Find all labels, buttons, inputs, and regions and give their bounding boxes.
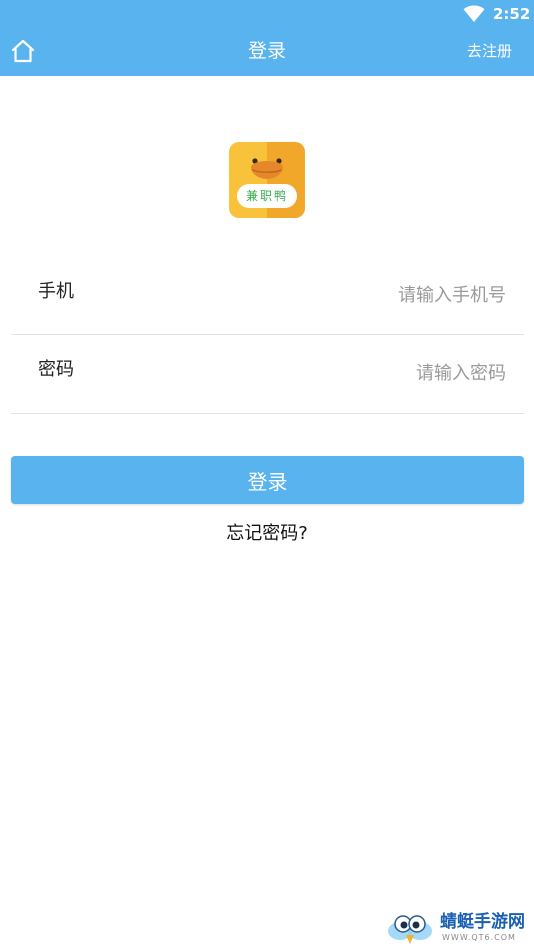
home-icon[interactable] [10,38,36,64]
wifi-icon [463,5,485,22]
watermark: 蜻蜓手游网 WWW.QT6.COM [386,909,532,947]
forgot-password-link[interactable]: 忘记密码? [0,521,534,547]
app-header: 2:52 登录 去注册 [0,0,534,76]
password-input[interactable] [206,358,506,388]
watermark-url: WWW.QT6.COM [442,933,516,942]
status-time: 2:52 [493,5,531,23]
phone-row: 手机 [11,256,524,335]
app-logo: 兼职鸭 [229,142,305,218]
duck-logo-icon [229,142,305,218]
logo-label: 兼职鸭 [245,189,288,203]
password-row: 密码 [11,335,524,414]
phone-label: 手机 [38,281,74,302]
status-bar: 2:52 [0,0,534,28]
watermark-name: 蜻蜓手游网 [440,912,525,932]
register-link[interactable]: 去注册 [467,39,512,63]
dragonfly-mascot-icon [388,915,432,944]
password-label: 密码 [38,359,74,380]
phone-input[interactable] [206,280,506,310]
login-button[interactable]: 登录 [11,456,524,504]
page-title: 登录 [247,40,286,62]
